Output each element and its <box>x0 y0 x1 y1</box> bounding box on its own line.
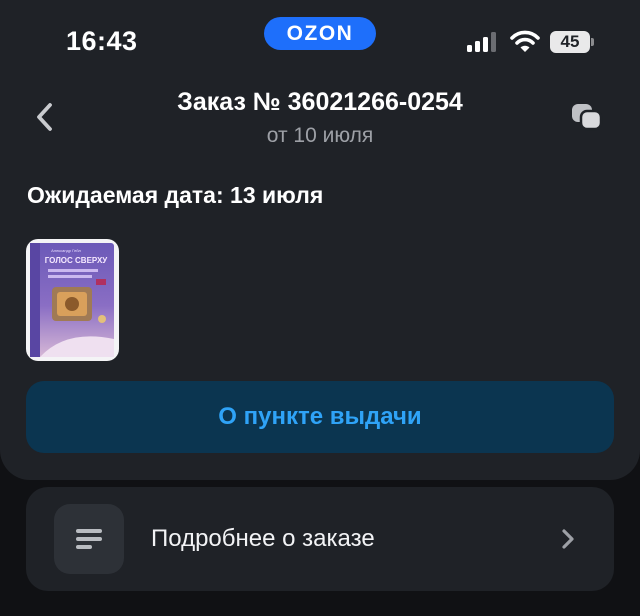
details-icon-container <box>54 504 124 574</box>
book-cover-author: Александр Гейл <box>51 248 81 253</box>
cellular-signal-icon <box>467 32 496 52</box>
status-bar-time: 16:43 <box>66 26 138 56</box>
ozon-logo: OZON <box>264 17 376 50</box>
order-details-row[interactable]: Подробнее о заказе <box>26 487 614 591</box>
battery-indicator: 45 <box>550 31 594 53</box>
expected-delivery-date: Ожидаемая дата: 13 июля <box>27 182 324 208</box>
order-date-subtitle: от 10 июля <box>266 124 374 147</box>
book-cover-title: ГОЛОС СВЕРХУ <box>45 256 109 265</box>
order-details-label: Подробнее о заказе <box>151 525 375 552</box>
battery-level: 45 <box>550 31 590 53</box>
chevron-right-icon <box>562 529 574 549</box>
wifi-icon <box>510 30 540 52</box>
order-header-card: 16:43 OZON 45 Заказ № 36021266-0254 от 1… <box>0 0 640 480</box>
list-lines-icon <box>76 529 102 549</box>
pickup-point-button[interactable]: О пункте выдачи <box>26 381 614 453</box>
order-title: Заказ № 36021266-0254 <box>177 88 463 116</box>
book-cover-image: ГОЛОС СВЕРХУ Александр Гейл <box>30 243 114 357</box>
chat-bubbles-icon[interactable] <box>570 101 604 133</box>
product-thumbnail[interactable]: ГОЛОС СВЕРХУ Александр Гейл <box>26 239 119 361</box>
battery-tip <box>591 38 594 46</box>
